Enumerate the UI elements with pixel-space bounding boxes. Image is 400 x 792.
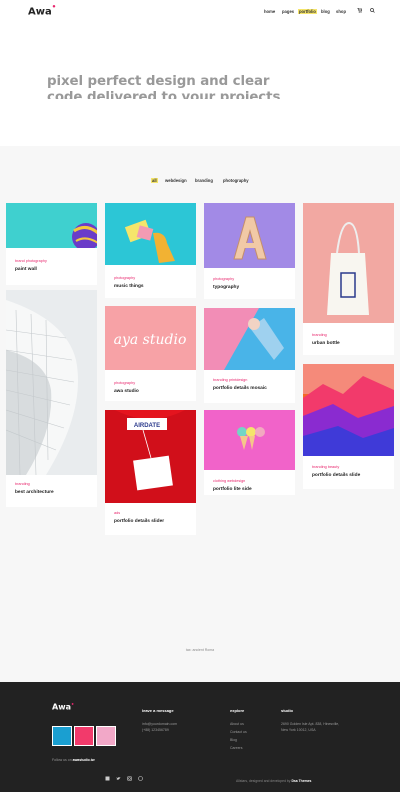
footer-address-2: New York 10012, USA bbox=[281, 728, 316, 732]
card-title: portfolio details slide bbox=[312, 473, 361, 478]
card-title: best architecture bbox=[15, 490, 54, 495]
footer-link[interactable]: Careers bbox=[230, 746, 242, 751]
card-title: typography bbox=[213, 285, 240, 290]
footer-email[interactable]: info@yourdomain.com bbox=[142, 722, 177, 727]
footer-logo-text: Awa bbox=[52, 702, 71, 712]
portfolio-card[interactable]: brand photography paint wall bbox=[6, 203, 97, 285]
filter-webdesign[interactable]: webdesign bbox=[165, 178, 187, 183]
card-category: photography bbox=[114, 276, 136, 280]
portfolio-card[interactable]: branding best architecture bbox=[6, 290, 97, 507]
footer-link[interactable]: Contact us bbox=[230, 730, 247, 735]
card-image bbox=[204, 308, 295, 370]
card-title: urban bottle bbox=[312, 341, 340, 346]
instagram-icon[interactable] bbox=[127, 776, 132, 783]
portfolio-card[interactable]: clothing webdesign portfolio lite side bbox=[204, 410, 295, 495]
search-icon[interactable] bbox=[370, 8, 375, 14]
logo[interactable]: Awa• bbox=[28, 3, 57, 18]
portfolio-card[interactable]: AIRDATE ads portfolio details slider bbox=[105, 410, 196, 535]
card-category: clothing webdesign bbox=[213, 479, 246, 483]
card-image bbox=[303, 364, 394, 456]
copyright-author[interactable]: Dsa Themes bbox=[291, 779, 311, 783]
footer-link[interactable]: About us bbox=[230, 722, 244, 727]
footer-thumb[interactable] bbox=[96, 726, 116, 746]
card-title: awa studio bbox=[114, 389, 139, 394]
card-title: portfolio details mosaic bbox=[213, 386, 267, 391]
copyright: Allstars, designed and developed by Dsa … bbox=[236, 779, 311, 783]
card-image bbox=[303, 203, 394, 323]
nav-pages[interactable]: pages bbox=[282, 9, 294, 14]
hero-heading: pixel perfect design and clear code deli… bbox=[47, 74, 307, 99]
portfolio-card[interactable]: photography music things bbox=[105, 203, 196, 298]
hero-line-1: pixel perfect design and clear bbox=[47, 74, 270, 89]
portfolio-credit: tax: ancient Roma bbox=[185, 648, 215, 652]
card-image bbox=[204, 203, 295, 268]
facebook-icon[interactable] bbox=[105, 776, 110, 783]
card-image bbox=[204, 410, 295, 470]
nav-blog[interactable]: blog bbox=[321, 9, 330, 14]
card-category: ads bbox=[114, 511, 121, 515]
footer-address-1: 2690 Golden Isle Apt. 838, Hinesville, bbox=[281, 722, 340, 726]
card-image-text: aya studio bbox=[114, 332, 187, 348]
footer-phone: (+88) 123456789 bbox=[142, 728, 169, 732]
nav-shop[interactable]: shop bbox=[336, 9, 346, 14]
card-category: photography bbox=[213, 277, 235, 281]
nav-home[interactable]: home bbox=[264, 9, 275, 14]
cart-icon[interactable] bbox=[357, 8, 363, 14]
card-category: brand photography bbox=[15, 259, 47, 263]
filter-all[interactable]: all bbox=[151, 178, 158, 183]
card-image: AIRDATE bbox=[105, 410, 196, 503]
card-category: branding printdesign bbox=[213, 378, 248, 382]
filter-photography[interactable]: photography bbox=[223, 178, 249, 183]
footer-follow: Follow us on awastudio.tw bbox=[52, 758, 95, 763]
footer-thumb[interactable] bbox=[52, 726, 72, 746]
portfolio-card[interactable]: photography typography bbox=[204, 203, 295, 299]
card-title: music things bbox=[114, 284, 144, 289]
card-image bbox=[6, 290, 97, 475]
card-image-tag: AIRDATE bbox=[134, 423, 160, 429]
logo-text: Awa bbox=[28, 6, 52, 18]
card-image: aya studio bbox=[105, 306, 196, 370]
nav-portfolio[interactable]: portfolio bbox=[298, 9, 317, 14]
copyright-prefix: Allstars, designed and developed by bbox=[236, 779, 291, 783]
footer-logo[interactable]: Awa• bbox=[52, 702, 74, 712]
card-category: branding bbox=[312, 333, 327, 337]
footer-col2-heading: explore bbox=[230, 708, 245, 713]
portfolio-card[interactable]: branding beauty portfolio details slide bbox=[303, 364, 394, 489]
card-title: paint wall bbox=[15, 267, 37, 272]
filter-branding[interactable]: branding bbox=[195, 178, 213, 183]
follow-handle[interactable]: awastudio.tw bbox=[73, 758, 95, 762]
dribbble-icon[interactable] bbox=[138, 776, 143, 783]
portfolio-card[interactable]: aya studio photography awa studio bbox=[105, 306, 196, 401]
card-image bbox=[105, 203, 196, 265]
twitter-icon[interactable] bbox=[116, 776, 121, 783]
portfolio-card[interactable]: branding urban bottle bbox=[303, 203, 394, 355]
footer-link[interactable]: Blog bbox=[230, 738, 237, 743]
logo-dot: • bbox=[51, 3, 57, 11]
card-category: branding beauty bbox=[312, 465, 340, 469]
card-title: portfolio details slider bbox=[114, 519, 165, 524]
footer-thumb[interactable] bbox=[74, 726, 94, 746]
header: Awa• home pages portfolio blog shop pixe… bbox=[0, 0, 400, 146]
follow-prefix: Follow us on bbox=[52, 758, 72, 762]
card-category: branding bbox=[15, 482, 30, 486]
card-title: portfolio lite side bbox=[213, 487, 252, 492]
footer-logo-dot: • bbox=[70, 702, 75, 708]
card-image bbox=[6, 203, 97, 248]
hero-line-2: code delivered to your projects bbox=[47, 90, 281, 99]
footer-col1-heading: leave a message bbox=[142, 708, 174, 713]
portfolio-card[interactable]: branding printdesign portfolio details m… bbox=[204, 308, 295, 403]
card-category: photography bbox=[114, 381, 136, 385]
footer-col3-heading: studio bbox=[281, 708, 293, 713]
